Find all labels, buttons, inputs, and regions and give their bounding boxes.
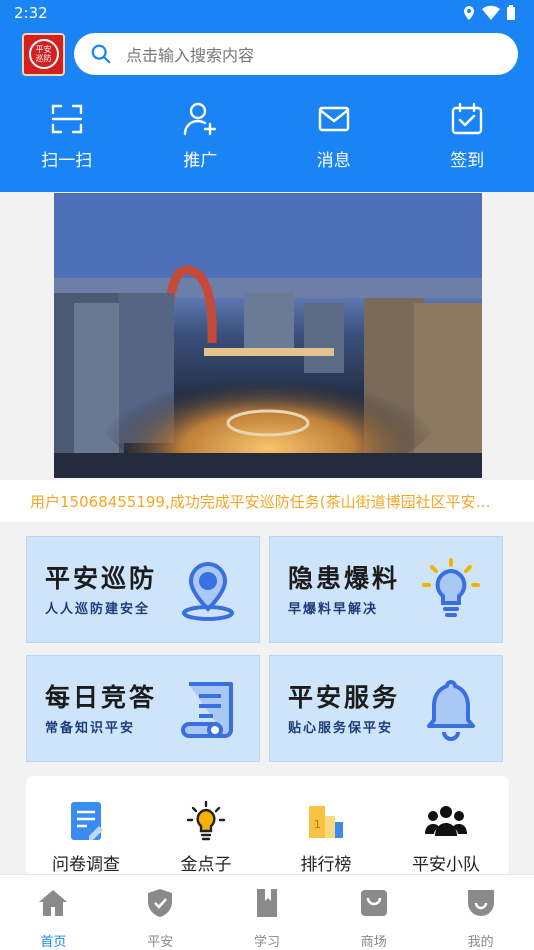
ranking-icon: 1 <box>309 806 343 838</box>
location-pin-icon <box>182 562 234 621</box>
app-logo: 平安 巡防 <box>22 32 65 76</box>
service-card[interactable]: 平安服务 贴心服务保平安 <box>269 655 503 762</box>
patrol-card[interactable]: 平安巡防 人人巡防建安全 <box>26 536 260 643</box>
questionnaire-icon <box>71 802 103 840</box>
tab-home[interactable]: 首页 <box>0 875 107 950</box>
header: 2:32 平安 巡防 点击输入搜索内容 扫一扫 推广 消息 签到 <box>0 0 534 192</box>
scan-button[interactable]: 扫一扫 <box>0 100 134 171</box>
scan-label: 扫一扫 <box>41 151 93 171</box>
patrol-card-title: 平安巡防 <box>45 564 158 593</box>
promote-button[interactable]: 推广 <box>134 100 268 171</box>
city-banner-image[interactable] <box>54 193 482 478</box>
tab-study-label: 学习 <box>253 935 280 950</box>
messages-label: 消息 <box>316 151 351 171</box>
quick-actions: 扫一扫 推广 消息 签到 <box>0 100 534 171</box>
notice-bar[interactable]: 用户15068455199,成功完成平安巡防任务(茶山街道博园社区平安… <box>0 480 534 522</box>
battery-icon <box>507 5 515 20</box>
tab-safety[interactable]: 平安 <box>107 875 214 950</box>
mail-icon <box>318 106 349 132</box>
status-time: 2:32 <box>14 4 48 22</box>
lightbulb-icon <box>422 558 480 617</box>
search-row: 平安 巡防 点击输入搜索内容 <box>22 32 518 76</box>
messages-button[interactable]: 消息 <box>267 100 401 171</box>
profile-icon <box>467 890 494 916</box>
survey-button[interactable]: 问卷调查 <box>26 800 146 876</box>
hazard-card-title: 隐患爆料 <box>288 564 401 593</box>
notice-text: 用户15068455199,成功完成平安巡防任务(茶山街道博园社区平安… <box>30 492 491 511</box>
team-label: 平安小队 <box>412 855 480 875</box>
quiz-card-title: 每日竞答 <box>45 683 158 712</box>
quiz-card-subtitle: 常备知识平安 <box>45 721 136 736</box>
calendar-check-icon <box>452 102 483 135</box>
scroll-icon <box>181 682 233 738</box>
tab-safety-label: 平安 <box>147 935 174 950</box>
shopping-bag-icon <box>360 890 387 916</box>
survey-label: 问卷调查 <box>52 855 120 875</box>
home-icon <box>39 890 68 916</box>
lightbulb-idea-icon <box>186 800 226 841</box>
service-card-title: 平安服务 <box>288 683 401 712</box>
tab-profile-label: 我的 <box>467 935 494 950</box>
location-icon <box>464 6 474 20</box>
status-icons <box>462 5 516 21</box>
tab-study[interactable]: 学习 <box>214 875 321 950</box>
wifi-icon <box>482 5 500 21</box>
ranking-badge: 1 <box>314 818 321 831</box>
tab-profile[interactable]: 我的 <box>427 875 534 950</box>
shield-icon <box>148 889 173 917</box>
city-skyline-illustration <box>54 193 482 478</box>
ranking-button[interactable]: 1 排行榜 <box>266 800 386 876</box>
search-placeholder: 点击输入搜索内容 <box>126 46 255 65</box>
daily-quiz-card[interactable]: 每日竞答 常备知识平安 <box>26 655 260 762</box>
checkin-label: 签到 <box>450 151 485 171</box>
promote-label: 推广 <box>183 151 218 171</box>
tab-home-label: 首页 <box>40 935 67 950</box>
bottom-tab-bar: 首页 平安 学习 商场 我的 <box>0 874 534 950</box>
tab-mall-label: 商场 <box>360 935 387 950</box>
bell-icon <box>427 680 475 741</box>
ideas-button[interactable]: 金点子 <box>146 800 266 876</box>
tab-mall[interactable]: 商场 <box>320 875 427 950</box>
team-icon <box>425 806 467 836</box>
search-input[interactable]: 点击输入搜索内容 <box>74 33 518 75</box>
team-button[interactable]: 平安小队 <box>386 800 506 876</box>
status-bar: 2:32 <box>0 0 534 26</box>
checkin-button[interactable]: 签到 <box>401 100 534 171</box>
hazard-report-card[interactable]: 隐患爆料 早爆料早解决 <box>269 536 503 643</box>
ranking-label: 排行榜 <box>300 855 352 875</box>
service-card-subtitle: 贴心服务保平安 <box>288 721 394 736</box>
ideas-label: 金点子 <box>180 855 232 875</box>
tools-panel: 问卷调查 金点子 1 排行榜 平安小队 <box>26 776 509 876</box>
logo-emblem-icon: 平安 巡防 <box>28 39 59 69</box>
add-user-icon <box>184 102 217 136</box>
book-icon <box>256 889 277 917</box>
search-icon <box>91 44 111 64</box>
patrol-card-subtitle: 人人巡防建安全 <box>45 602 151 617</box>
hazard-card-subtitle: 早爆料早解决 <box>288 602 379 617</box>
scan-icon <box>51 104 82 134</box>
